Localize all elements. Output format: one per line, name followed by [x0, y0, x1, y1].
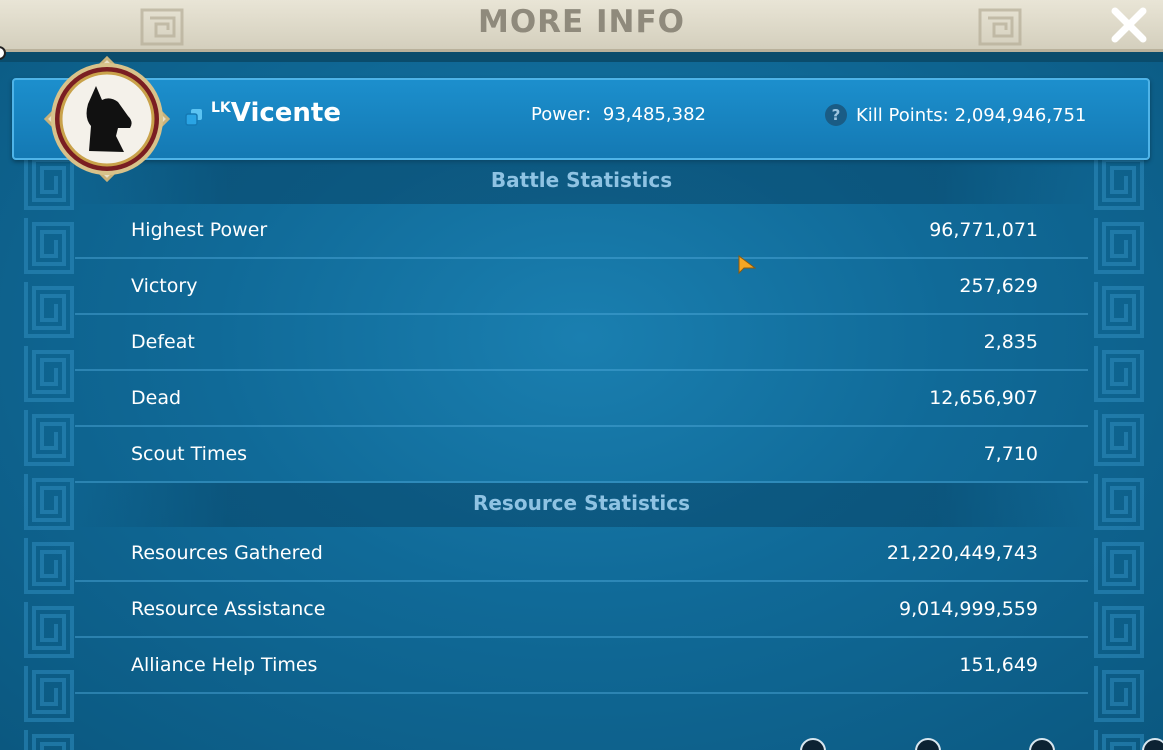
stat-label: Resources Gathered [131, 542, 323, 564]
stat-value: 21,220,449,743 [886, 542, 1038, 564]
indicator-dot[interactable] [800, 738, 826, 750]
stat-row-alliance-help-times: Alliance Help Times 151,649 [75, 638, 1088, 694]
stat-value: 12,656,907 [929, 387, 1038, 409]
left-border-pattern [20, 150, 78, 750]
player-name: Vicente [230, 98, 341, 128]
stat-row-victory: Victory 257,629 [75, 259, 1088, 315]
stat-label: Resource Assistance [131, 598, 326, 620]
stat-value: 9,014,999,559 [898, 598, 1038, 620]
indicator-dot[interactable] [1029, 738, 1055, 750]
kill-points-value: 2,094,946,751 [954, 104, 1087, 126]
stat-label: Dead [131, 387, 182, 409]
copy-icon[interactable] [185, 108, 203, 126]
stat-row-resources-gathered: Resources Gathered 21,220,449,743 [75, 526, 1088, 582]
help-icon[interactable]: ? [825, 104, 847, 126]
stat-row-highest-power: Highest Power 96,771,071 [75, 203, 1088, 259]
mouse-cursor-icon [738, 255, 756, 275]
stat-label: Defeat [131, 331, 195, 353]
top-divider [0, 52, 1163, 62]
power-value: 93,485,382 [602, 104, 706, 125]
battle-statistics-header: Battle Statistics [75, 160, 1088, 204]
player-name-block: LK Vicente [185, 98, 341, 128]
kill-points-stat: ? Kill Points: 2,094,946,751 [825, 104, 1086, 126]
dog-avatar-icon[interactable] [44, 56, 170, 182]
stat-value: 7,710 [983, 443, 1038, 465]
stat-label: Victory [131, 275, 198, 297]
resource-statistics-header: Resource Statistics [75, 483, 1088, 527]
stat-value: 151,649 [959, 654, 1038, 676]
stat-label: Alliance Help Times [131, 654, 318, 676]
indicator-dot[interactable] [915, 738, 941, 750]
stat-label: Highest Power [131, 219, 268, 241]
kill-points-label: Kill Points: [856, 104, 949, 126]
alliance-tag: LK [211, 100, 231, 116]
stat-row-scout-times: Scout Times 7,710 [75, 427, 1088, 483]
stat-row-resource-assistance: Resource Assistance 9,014,999,559 [75, 582, 1088, 638]
stat-value: 257,629 [959, 275, 1038, 297]
power-stat: Power: 93,485,382 [531, 104, 706, 125]
title-bar: MORE INFO [0, 0, 1163, 52]
stat-value: 96,771,071 [929, 219, 1038, 241]
stat-row-defeat: Defeat 2,835 [75, 315, 1088, 371]
stat-value: 2,835 [983, 331, 1038, 353]
stat-label: Scout Times [131, 443, 248, 465]
page-title: MORE INFO [477, 4, 686, 40]
close-icon[interactable] [1109, 5, 1149, 45]
right-border-pattern [1090, 150, 1148, 750]
power-label: Power: [531, 104, 592, 125]
stat-row-dead: Dead 12,656,907 [75, 371, 1088, 427]
